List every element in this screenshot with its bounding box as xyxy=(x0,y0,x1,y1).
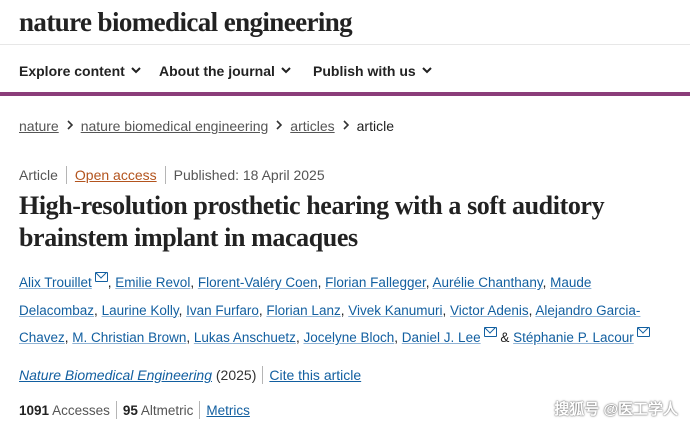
journal-citation: Nature Biomedical Engineering (2025) Cite… xyxy=(19,366,361,384)
divider xyxy=(199,401,201,419)
breadcrumb-current: article xyxy=(356,118,394,134)
article-type: Article xyxy=(19,167,58,183)
nav-label: Explore content xyxy=(19,63,125,79)
altmetric-count: 95 xyxy=(122,403,138,418)
mail-icon[interactable] xyxy=(94,272,108,282)
nav-explore-content[interactable]: Explore content xyxy=(19,63,141,79)
metrics-link[interactable]: Metrics xyxy=(206,403,250,418)
article-meta: Article Open access Published: 18 April 20… xyxy=(19,166,325,184)
chevron-down-icon xyxy=(281,67,291,74)
divider xyxy=(262,366,264,384)
site-header: nature biomedical engineering xyxy=(0,0,690,44)
chevron-right-icon xyxy=(276,120,283,130)
author-link[interactable]: Daniel J. Lee xyxy=(402,330,481,345)
mail-icon[interactable] xyxy=(636,327,650,337)
nav-label: Publish with us xyxy=(313,63,416,79)
author-link[interactable]: Jocelyne Bloch xyxy=(303,330,394,345)
author-link[interactable]: Lukas Anschuetz xyxy=(194,330,296,345)
published-date: Published: 18 April 2025 xyxy=(173,167,325,183)
authors-ampersand: & xyxy=(500,330,510,345)
watermark: 搜狐号 @医工学人 xyxy=(554,401,678,418)
main-nav: Explore content About the journal Publis… xyxy=(0,44,690,96)
author-link[interactable]: Ivan Furfaro xyxy=(186,303,259,318)
author-link[interactable]: Emilie Revol xyxy=(115,275,190,290)
author-link[interactable]: Florian Lanz xyxy=(266,303,340,318)
article-metrics: 1091 Accesses 95 Altmetric Metrics xyxy=(19,401,250,419)
journal-link[interactable]: Nature Biomedical Engineering xyxy=(19,367,212,383)
breadcrumb-link[interactable]: articles xyxy=(290,118,334,134)
breadcrumb-link[interactable]: nature xyxy=(19,118,59,134)
accesses-label: Accesses xyxy=(52,403,110,418)
breadcrumb: nature nature biomedical engineering artic… xyxy=(19,118,394,134)
nav-about-journal[interactable]: About the journal xyxy=(159,63,291,79)
divider xyxy=(65,166,67,184)
author-link[interactable]: Aurélie Chanthany xyxy=(433,275,543,290)
nav-label: About the journal xyxy=(159,63,275,79)
chevron-down-icon xyxy=(421,67,432,74)
nav-publish-with-us[interactable]: Publish with us xyxy=(313,63,432,79)
open-access-link[interactable]: Open access xyxy=(75,167,157,183)
author-link[interactable]: Laurine Kolly xyxy=(102,303,179,318)
brand-logo[interactable]: nature biomedical engineering xyxy=(19,7,353,38)
breadcrumb-link[interactable]: nature biomedical engineering xyxy=(81,118,269,134)
author-link[interactable]: Alix Trouillet xyxy=(19,275,92,290)
article-title: High-resolution prosthetic hearing with … xyxy=(19,191,605,252)
accesses-count: 1091 xyxy=(19,403,50,418)
author-link[interactable]: Stéphanie P. Lacour xyxy=(513,330,634,345)
altmetric-label: Altmetric xyxy=(140,403,194,418)
author-link[interactable]: Florent-Valéry Coen xyxy=(198,275,318,290)
publication-year: (2025) xyxy=(215,367,257,383)
chevron-right-icon xyxy=(343,120,349,130)
cite-article-link[interactable]: Cite this article xyxy=(269,367,361,383)
divider xyxy=(164,166,166,184)
chevron-down-icon xyxy=(131,67,141,74)
author-link[interactable]: M. Christian Brown xyxy=(72,330,186,345)
author-link[interactable]: Vivek Kanumuri xyxy=(348,303,442,318)
author-link[interactable]: Victor Adenis xyxy=(450,303,529,318)
author-link[interactable]: Florian Fallegger xyxy=(325,275,426,290)
chevron-right-icon xyxy=(67,120,73,130)
divider xyxy=(115,401,117,419)
author-list: Alix Trouillet, Emilie Revol, Florent-Va… xyxy=(19,269,659,352)
mail-icon[interactable] xyxy=(483,327,497,337)
